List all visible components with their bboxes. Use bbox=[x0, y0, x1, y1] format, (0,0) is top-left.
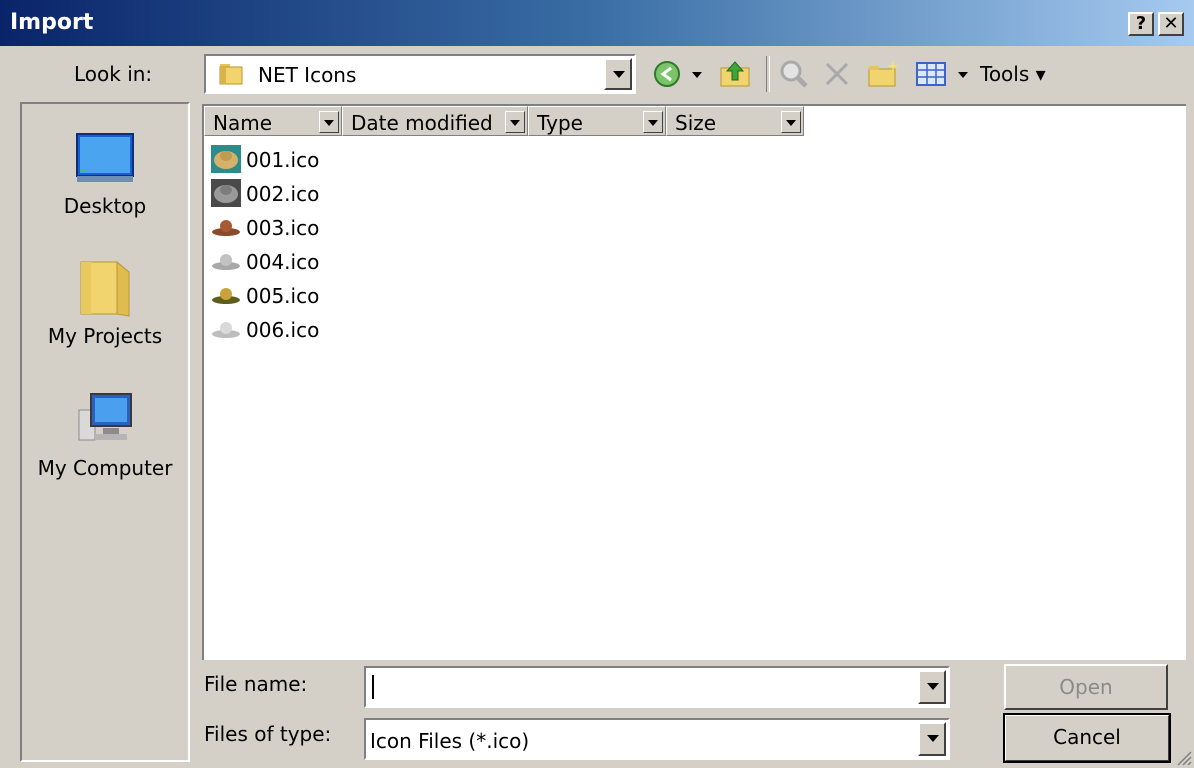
column-header-type[interactable]: Type bbox=[528, 106, 666, 136]
file-name-label: File name: bbox=[204, 672, 308, 696]
cancel-button[interactable]: Cancel bbox=[1003, 713, 1171, 763]
hat-icon bbox=[212, 254, 240, 270]
search-web-icon[interactable] bbox=[778, 58, 810, 90]
column-header-size[interactable]: Size bbox=[666, 106, 804, 136]
place-my-computer[interactable]: My Computer bbox=[22, 386, 188, 496]
computer-icon bbox=[78, 393, 132, 441]
look-in-combo[interactable]: NET Icons bbox=[204, 54, 636, 94]
back-icon[interactable] bbox=[652, 58, 682, 90]
window-title: Import bbox=[10, 10, 94, 35]
open-button[interactable]: Open bbox=[1004, 664, 1168, 710]
column-dropdown-button[interactable] bbox=[643, 111, 663, 133]
column-header-date-modified[interactable]: Date modified bbox=[342, 106, 528, 136]
place-label: My Projects bbox=[47, 324, 163, 348]
hat-icon bbox=[212, 288, 240, 304]
column-header-row: Name Date modified Type Size bbox=[204, 106, 1186, 138]
folder-icon bbox=[80, 260, 130, 317]
column-dropdown-button[interactable] bbox=[319, 111, 339, 133]
import-dialog: Import ? ✕ Look in: NET Icons Tools ▾ De… bbox=[0, 0, 1194, 768]
toolbar-separator bbox=[766, 56, 770, 92]
look-in-label: Look in: bbox=[74, 62, 153, 86]
file-type-value: Icon Files (*.ico) bbox=[370, 729, 530, 753]
folder-icon bbox=[219, 64, 243, 85]
cowboy-hat-icon bbox=[211, 145, 241, 173]
resize-grip-icon[interactable] bbox=[1174, 748, 1192, 766]
look-in-dropdown-button[interactable] bbox=[604, 58, 632, 90]
title-bar[interactable]: Import ? ✕ bbox=[0, 0, 1194, 46]
file-name-field[interactable] bbox=[364, 666, 950, 708]
views-dropdown-arrow-icon[interactable] bbox=[956, 58, 970, 90]
up-folder-icon[interactable] bbox=[718, 58, 752, 90]
file-list[interactable]: Name Date modified Type Size 001.ico 002… bbox=[202, 104, 1186, 660]
file-name-dropdown-button[interactable] bbox=[918, 670, 946, 704]
place-my-projects[interactable]: My Projects bbox=[22, 254, 188, 364]
cowboy-hat-icon bbox=[211, 179, 241, 207]
column-dropdown-button[interactable] bbox=[505, 111, 525, 133]
look-in-value: NET Icons bbox=[258, 63, 357, 87]
tools-menu-button[interactable]: Tools ▾ bbox=[980, 62, 1046, 86]
place-label: Desktop bbox=[63, 194, 147, 218]
close-button[interactable]: ✕ bbox=[1158, 12, 1184, 36]
column-header-name[interactable]: Name bbox=[204, 106, 342, 136]
file-type-select[interactable]: Icon Files (*.ico) bbox=[364, 718, 950, 760]
views-icon[interactable] bbox=[914, 58, 948, 90]
column-dropdown-button[interactable] bbox=[781, 111, 801, 133]
place-label: My Computer bbox=[37, 456, 173, 480]
text-caret bbox=[372, 675, 374, 699]
place-desktop[interactable]: Desktop bbox=[22, 124, 188, 234]
desktop-icon bbox=[76, 133, 134, 182]
back-dropdown-arrow-icon[interactable] bbox=[690, 58, 704, 90]
file-type-label: Files of type: bbox=[204, 722, 332, 746]
new-folder-icon[interactable] bbox=[866, 58, 900, 90]
help-button[interactable]: ? bbox=[1128, 12, 1154, 36]
hat-icon bbox=[212, 220, 240, 236]
hat-icon bbox=[212, 322, 240, 338]
file-type-dropdown-button[interactable] bbox=[918, 722, 946, 756]
places-bar: Desktop My Projects My Computer bbox=[20, 102, 190, 762]
delete-icon[interactable] bbox=[822, 58, 852, 90]
